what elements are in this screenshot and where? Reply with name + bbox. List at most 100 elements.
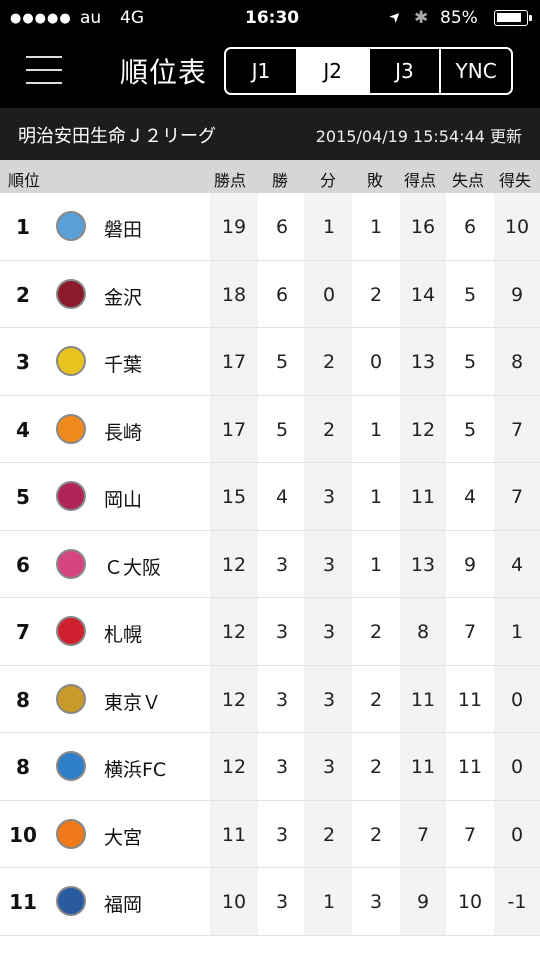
league-segmented-control: J1 J2 J3 YNC bbox=[224, 47, 513, 95]
points-cell: 10 bbox=[221, 891, 247, 913]
points-cell: 12 bbox=[221, 756, 247, 778]
rank-cell: 5 bbox=[16, 485, 30, 509]
points-cell: 12 bbox=[221, 621, 247, 643]
wins-cell: 4 bbox=[275, 486, 289, 508]
goal-diff-cell: 7 bbox=[510, 418, 524, 441]
team-name: 札幌 bbox=[104, 624, 143, 646]
team-emblem-icon bbox=[56, 413, 86, 444]
table-row[interactable]: 2 金沢 18 6 0 2 14 5 9 bbox=[0, 260, 540, 328]
goal-diff-cell: 0 bbox=[510, 756, 524, 778]
status-bar: ●●●●● au 4G 16:30 ➤ ✱ 85% bbox=[0, 0, 540, 36]
goals-for-cell: 14 bbox=[410, 283, 436, 306]
goals-against-cell: 11 bbox=[457, 688, 483, 711]
losses-cell: 3 bbox=[369, 891, 383, 913]
tab-j1[interactable]: J1 bbox=[226, 49, 298, 93]
goals-against-cell: 9 bbox=[463, 553, 477, 576]
header-goal-diff: 得失 bbox=[499, 171, 532, 190]
team-name: 岡山 bbox=[104, 489, 143, 511]
draws-cell: 1 bbox=[322, 216, 336, 238]
wins-cell: 3 bbox=[275, 553, 289, 576]
losses-cell: 2 bbox=[369, 688, 383, 711]
team-name: 福岡 bbox=[104, 894, 143, 916]
team-name: Ｃ大阪 bbox=[104, 556, 162, 579]
goals-against-cell: 6 bbox=[463, 216, 477, 238]
table-row[interactable]: 8 横浜FC 12 3 3 2 11 11 0 bbox=[0, 733, 540, 801]
goal-diff-cell: 10 bbox=[504, 216, 530, 238]
goals-against-cell: 5 bbox=[463, 418, 477, 441]
draws-cell: 2 bbox=[322, 823, 336, 846]
table-row[interactable]: 5 岡山 15 4 3 1 11 4 7 bbox=[0, 463, 540, 531]
wins-cell: 3 bbox=[275, 621, 289, 643]
draws-cell: 2 bbox=[322, 418, 336, 441]
table-row[interactable]: 4 長崎 17 5 2 1 12 5 7 bbox=[0, 395, 540, 463]
points-cell: 18 bbox=[221, 283, 247, 306]
wins-cell: 3 bbox=[275, 756, 289, 778]
rank-cell: 8 bbox=[16, 687, 30, 712]
clock: 16:30 bbox=[245, 8, 300, 28]
tab-j2[interactable]: J2 bbox=[297, 49, 370, 93]
league-name: 明治安田生命Ｊ２リーグ bbox=[18, 126, 216, 147]
goals-for-cell: 12 bbox=[410, 418, 436, 441]
goals-for-cell: 7 bbox=[416, 823, 430, 846]
tab-ync[interactable]: YNC bbox=[441, 49, 511, 93]
updated-timestamp: 2015/04/19 15:54:44 更新 bbox=[315, 127, 522, 146]
table-row[interactable]: 10 大宮 11 3 2 2 7 7 0 bbox=[0, 800, 540, 868]
losses-cell: 1 bbox=[369, 553, 383, 576]
rank-cell: 11 bbox=[9, 890, 37, 914]
page-title: 順位表 bbox=[120, 56, 208, 89]
losses-cell: 2 bbox=[369, 756, 383, 778]
goal-diff-cell: 9 bbox=[510, 283, 524, 306]
battery-fill bbox=[497, 13, 521, 22]
points-cell: 12 bbox=[221, 688, 247, 711]
losses-cell: 0 bbox=[369, 351, 383, 373]
hamburger-menu-icon[interactable] bbox=[26, 56, 62, 84]
team-emblem-icon bbox=[56, 818, 86, 849]
goals-for-cell: 16 bbox=[410, 216, 436, 238]
losses-cell: 2 bbox=[369, 621, 383, 643]
losses-cell: 2 bbox=[369, 823, 383, 846]
table-row[interactable]: 7 札幌 12 3 3 2 8 7 1 bbox=[0, 598, 540, 666]
goal-diff-cell: 7 bbox=[510, 486, 524, 508]
goals-against-cell: 11 bbox=[457, 756, 483, 778]
wins-cell: 6 bbox=[275, 283, 289, 306]
rank-cell: 7 bbox=[16, 620, 30, 644]
table-row[interactable]: 6 Ｃ大阪 12 3 3 1 13 9 4 bbox=[0, 530, 540, 598]
rank-cell: 8 bbox=[16, 755, 30, 779]
team-name: 金沢 bbox=[104, 286, 143, 309]
tab-j3[interactable]: J3 bbox=[370, 49, 442, 93]
header-goals-for: 得点 bbox=[404, 171, 437, 190]
team-emblem-icon bbox=[56, 481, 86, 511]
table-row[interactable]: 8 東京Ｖ 12 3 3 2 11 11 0 bbox=[0, 665, 540, 733]
draws-cell: 3 bbox=[322, 486, 336, 508]
goals-against-cell: 4 bbox=[463, 486, 477, 508]
points-cell: 17 bbox=[221, 418, 247, 441]
table-row[interactable]: 11 福岡 10 3 1 3 9 10 -1 bbox=[0, 868, 540, 936]
location-icon: ➤ bbox=[386, 7, 406, 27]
draws-cell: 2 bbox=[322, 351, 336, 373]
team-name: 長崎 bbox=[104, 421, 143, 444]
header-rank: 順位 bbox=[8, 171, 41, 190]
league-header: 明治安田生命Ｊ２リーグ 2015/04/19 15:54:44 更新 bbox=[0, 108, 540, 160]
team-emblem-icon bbox=[56, 683, 86, 714]
goals-against-cell: 10 bbox=[457, 891, 483, 913]
goals-for-cell: 8 bbox=[416, 621, 430, 643]
goal-diff-cell: 4 bbox=[510, 553, 524, 576]
team-name: 横浜FC bbox=[104, 759, 167, 781]
header-goals-against: 失点 bbox=[452, 171, 485, 190]
goals-against-cell: 7 bbox=[463, 621, 477, 643]
table-row[interactable]: 3 千葉 17 5 2 0 13 5 8 bbox=[0, 328, 540, 396]
rank-cell: 4 bbox=[16, 417, 30, 442]
team-name: 磐田 bbox=[104, 219, 143, 241]
losses-cell: 1 bbox=[369, 418, 383, 441]
carrier-label: au bbox=[80, 8, 102, 28]
goals-against-cell: 5 bbox=[463, 351, 477, 373]
draws-cell: 0 bbox=[322, 283, 336, 306]
team-name: 東京Ｖ bbox=[104, 691, 162, 714]
losses-cell: 2 bbox=[369, 283, 383, 306]
points-cell: 17 bbox=[221, 351, 247, 373]
rank-cell: 6 bbox=[16, 552, 30, 577]
wins-cell: 6 bbox=[275, 216, 289, 238]
goals-for-cell: 13 bbox=[410, 351, 436, 373]
goal-diff-cell: 1 bbox=[510, 621, 524, 643]
table-row[interactable]: 1 磐田 19 6 1 1 16 6 10 bbox=[0, 193, 540, 261]
